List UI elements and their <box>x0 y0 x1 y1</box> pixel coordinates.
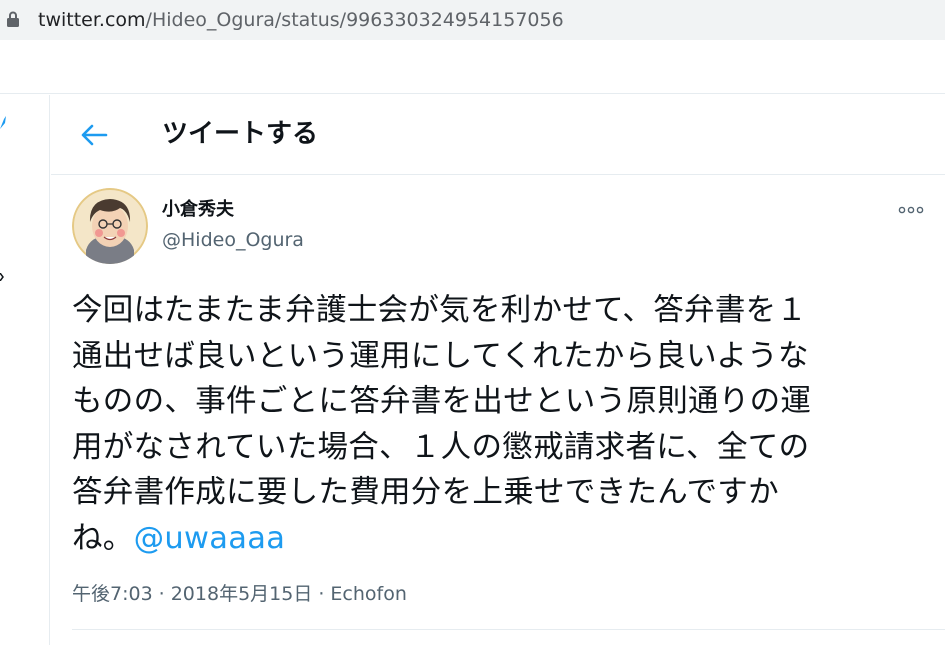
author-display-name[interactable]: 小倉秀夫 <box>162 198 234 222</box>
mention-link[interactable]: @uwaaaa <box>134 521 286 556</box>
tweet-text: 今回はたまたま弁護士会が気を利かせて、答弁書を１ 通出せば良いという運用にしてく… <box>72 288 912 561</box>
tweet-text-prefix: ね。 <box>72 520 134 556</box>
tweet-text-line: ものの、事件ごとに答弁書を出せという原則通りの運 <box>72 384 812 419</box>
meta-separator: · <box>318 583 325 605</box>
url-text[interactable]: twitter.com/Hideo_Ogura/status/996330324… <box>38 8 564 32</box>
more-horizontal-icon <box>898 206 924 214</box>
avatar-illustration <box>72 188 148 264</box>
tweet-meta: 午後7:03 · 2018年5月15日 · Echofon <box>72 581 407 607</box>
url-host: twitter.com <box>38 9 146 31</box>
avatar[interactable] <box>72 188 148 264</box>
tweet-text-line: 通出せば良いという運用にしてくれたから良いような <box>72 338 809 374</box>
tweet-date[interactable]: 2018年5月15日 <box>171 583 313 605</box>
page-top-strip <box>0 40 945 94</box>
tweet-source[interactable]: Echofon <box>330 583 406 605</box>
left-sidebar <box>0 95 50 645</box>
page-title: ツイートする <box>162 119 319 149</box>
meta-separator: · <box>158 583 165 605</box>
tweet-text-line: 答弁書作成に要した費用分を上乗せできたんですか <box>72 475 779 510</box>
tweet-text-line-last: ね。@uwaaaa <box>72 516 912 562</box>
tweet-text-line: 用がなされていた場合、１人の懲戒請求者に、全ての <box>72 429 810 465</box>
more-options-button[interactable] <box>892 198 930 222</box>
arrow-left-icon <box>81 124 108 146</box>
tweet-time[interactable]: 午後7:03 <box>72 583 153 605</box>
tweet-text-line: 今回はたまたま弁護士会が気を利かせて、答弁書を１ <box>72 293 808 328</box>
lock-icon <box>7 11 19 27</box>
nav-icon-fragment[interactable] <box>0 273 4 281</box>
tweet-header: ツイートする <box>51 95 945 175</box>
url-path: /Hideo_Ogura/status/996330324954157056 <box>145 9 564 31</box>
author-handle[interactable]: @Hideo_Ogura <box>162 228 304 252</box>
back-button[interactable] <box>76 117 112 153</box>
divider <box>72 629 945 630</box>
browser-address-bar[interactable]: twitter.com/Hideo_Ogura/status/996330324… <box>0 0 945 40</box>
twitter-logo-icon[interactable] <box>0 115 6 131</box>
